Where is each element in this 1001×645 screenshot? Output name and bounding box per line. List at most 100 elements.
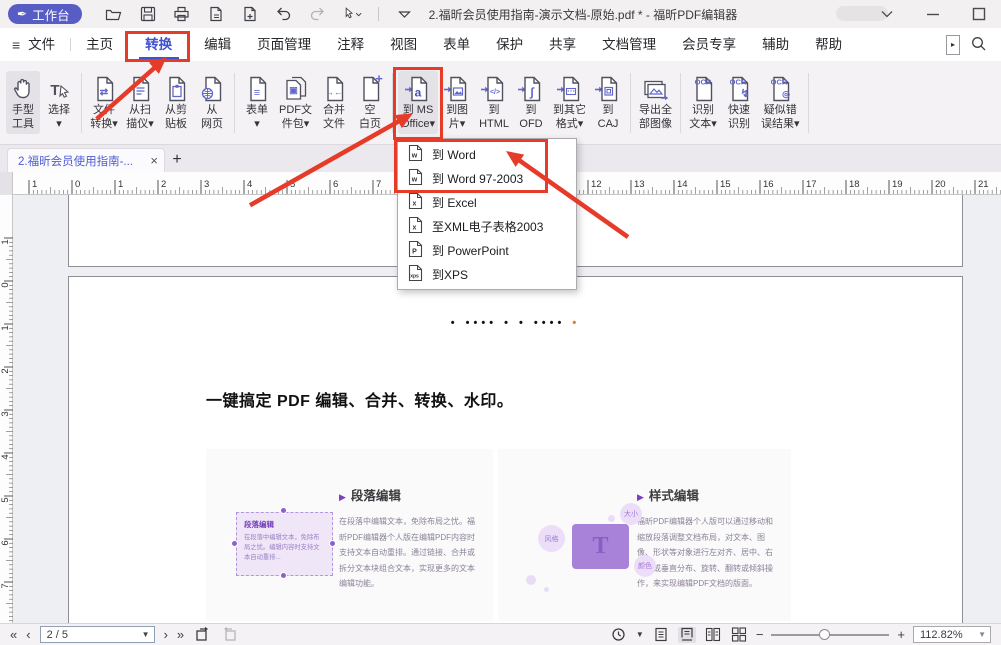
svg-text:↯: ↯ xyxy=(740,88,749,100)
ribbon-button-blank-page[interactable]: +空白页 xyxy=(353,71,387,134)
dropdown-item--xml-2003[interactable]: x至XML电子表格2003 xyxy=(398,214,576,238)
undo-icon[interactable] xyxy=(274,4,294,24)
zoom-out-button[interactable]: − xyxy=(756,627,764,642)
menu-item-编辑[interactable]: 编辑 xyxy=(204,28,231,61)
dropdown-item--powerpoint[interactable]: P到 PowerPoint xyxy=(398,238,576,262)
to-html-icon: </> xyxy=(480,74,508,104)
new-tab-button[interactable]: + xyxy=(165,148,189,172)
ribbon-button-select-tool[interactable]: T选择▾ xyxy=(42,71,76,134)
ribbon-button-to-caj[interactable]: 到CAJ xyxy=(591,71,625,134)
maximize-icon[interactable] xyxy=(969,4,989,24)
pdf-portfolio-icon: ▣ xyxy=(282,74,310,104)
ribbon-button-to-ms-office[interactable]: a到 MSOffice▾ xyxy=(398,71,438,134)
style-edit-card: 风格 大小 颜色 T ▶样式编辑 福昕PDF编辑器个人版可以通过移动和缩放段落调… xyxy=(498,449,791,621)
menu-item-视图[interactable]: 视图 xyxy=(390,28,417,61)
ribbon-button-to-other-format[interactable]: ⋯到其它格式▾ xyxy=(550,71,589,134)
ribbon-button-export-all-images[interactable]: 导出全部图像 xyxy=(636,71,675,134)
menu-item-会员专享[interactable]: 会员专享 xyxy=(682,28,736,61)
view-mode-icon[interactable] xyxy=(610,627,628,643)
save-icon[interactable] xyxy=(138,4,158,24)
zoom-slider-track xyxy=(771,634,889,636)
collapse-ribbon-icon[interactable] xyxy=(395,4,415,24)
zoom-level-box[interactable]: 112.82% ▼ xyxy=(913,626,991,643)
next-view-button[interactable] xyxy=(220,627,238,643)
menu-overflow-button[interactable]: ▸ xyxy=(946,35,960,55)
zoom-slider[interactable] xyxy=(771,628,889,642)
quill-pen-icon: ✒ xyxy=(17,7,27,21)
page-copy-icon[interactable] xyxy=(206,4,226,24)
menu-item-转换[interactable]: 转换 xyxy=(139,28,178,61)
card-body: 在段落中编辑文本，免除布局之忧。福昕PDF编辑器个人版在编辑PDF内容时支持文本… xyxy=(339,514,481,592)
redo-icon[interactable] xyxy=(308,4,328,24)
menu-item-帮助[interactable]: 帮助 xyxy=(815,28,842,61)
restore-chevron-icon[interactable] xyxy=(877,4,897,24)
ribbon-button-from-clipboard[interactable]: 从剪贴板 xyxy=(159,71,193,134)
svg-text:12: 12 xyxy=(591,179,602,190)
svg-text:14: 14 xyxy=(677,179,688,190)
menu-item-表单[interactable]: 表单 xyxy=(443,28,470,61)
ribbon-divider xyxy=(808,73,809,133)
tab-close-icon[interactable]: × xyxy=(150,153,158,168)
zoom-in-button[interactable]: + xyxy=(897,627,905,642)
deco-dot xyxy=(544,587,549,592)
svg-text:T: T xyxy=(50,82,59,99)
page-add-icon[interactable] xyxy=(240,4,260,24)
print-icon[interactable] xyxy=(172,4,192,24)
dropdown-item--excel[interactable]: x到 Excel xyxy=(398,190,576,214)
ribbon-button-form[interactable]: ≡表单▾ xyxy=(240,71,274,134)
dropdown-item--word-97-2003[interactable]: w到 Word 97-2003 xyxy=(398,166,576,190)
hamburger-menu-icon[interactable]: ≡ xyxy=(12,37,19,53)
select-tool-icon: T xyxy=(45,74,73,104)
ribbon-button-to-ofd[interactable]: ∫到OFD xyxy=(514,71,548,134)
previous-view-button[interactable] xyxy=(193,627,211,643)
letter-tile: T xyxy=(572,524,629,569)
workspace-button[interactable]: ✒ 工作台 xyxy=(8,4,82,24)
form-icon: ≡ xyxy=(243,74,271,104)
minimize-icon[interactable] xyxy=(923,4,943,24)
menu-item-注释[interactable]: 注释 xyxy=(337,28,364,61)
svg-text:xps: xps xyxy=(410,273,419,279)
ribbon-button-ocr-recognize-text[interactable]: OCR识别文本▾ xyxy=(686,71,720,134)
menu-item-共享[interactable]: 共享 xyxy=(549,28,576,61)
size-bubble: 大小 xyxy=(620,503,642,525)
ribbon-button-to-image[interactable]: 到图片▾ xyxy=(440,71,474,134)
ribbon-button-hand-tool[interactable]: 手型工具 xyxy=(6,71,40,134)
page-number-box[interactable]: 2 / 5 ▼ xyxy=(40,626,155,643)
svg-text:P: P xyxy=(412,248,417,255)
menu-item-主页[interactable]: 主页 xyxy=(86,28,113,61)
dropdown-item--xps[interactable]: xps到XPS xyxy=(398,262,576,286)
next-page-button[interactable]: › xyxy=(164,627,168,642)
dropdown-item--word[interactable]: w到 Word xyxy=(398,142,576,166)
svg-text:5: 5 xyxy=(290,179,295,190)
menu-item-辅助[interactable]: 辅助 xyxy=(762,28,789,61)
search-icon[interactable] xyxy=(970,35,987,55)
ribbon-button-pdf-portfolio[interactable]: ▣PDF文件包▾ xyxy=(276,71,315,134)
ribbon-button-from-web[interactable]: 从网页 xyxy=(195,71,229,134)
facing-page-icon[interactable] xyxy=(704,627,722,643)
pointer-tool-icon[interactable] xyxy=(342,4,362,24)
card-title: ▶段落编辑 xyxy=(339,485,481,504)
svg-text:</>: </> xyxy=(490,89,500,96)
facing-continuous-icon[interactable] xyxy=(730,627,748,643)
ribbon-button-ocr-suspects[interactable]: OCR◎疑似错误结果▾ xyxy=(758,71,803,134)
zoom-slider-thumb[interactable] xyxy=(819,629,830,640)
first-page-button[interactable]: « xyxy=(10,627,17,642)
ribbon-button-from-scanner[interactable]: 从扫描仪▾ xyxy=(123,71,157,134)
last-page-button[interactable]: » xyxy=(177,627,184,642)
open-folder-icon[interactable] xyxy=(104,4,124,24)
menu-item-保护[interactable]: 保护 xyxy=(496,28,523,61)
menu-item-页面管理[interactable]: 页面管理 xyxy=(257,28,311,61)
ribbon-button-ocr-quick[interactable]: OCR↯快速识别 xyxy=(722,71,756,134)
prev-page-button[interactable]: ‹ xyxy=(26,627,30,642)
window-title: 2.福昕会员使用指南-演示文档-原始.pdf * - 福昕PDF编辑器 xyxy=(429,6,738,23)
ribbon-button-file-convert[interactable]: ⇄文件转换▾ xyxy=(87,71,121,134)
menu-item-文档管理[interactable]: 文档管理 xyxy=(602,28,656,61)
ribbon-button-to-html[interactable]: </>到HTML xyxy=(476,71,512,134)
document-tab[interactable]: 2.福昕会员使用指南-... × xyxy=(7,148,165,172)
single-page-icon[interactable] xyxy=(652,627,670,643)
menu-item-file[interactable]: 文件 xyxy=(28,28,55,61)
svg-text:6: 6 xyxy=(333,179,338,190)
ribbon-button-combine-files[interactable]: →←合并文件 xyxy=(317,71,351,134)
continuous-page-icon[interactable] xyxy=(678,627,696,643)
chevron-down-icon[interactable]: ▼ xyxy=(636,630,644,639)
